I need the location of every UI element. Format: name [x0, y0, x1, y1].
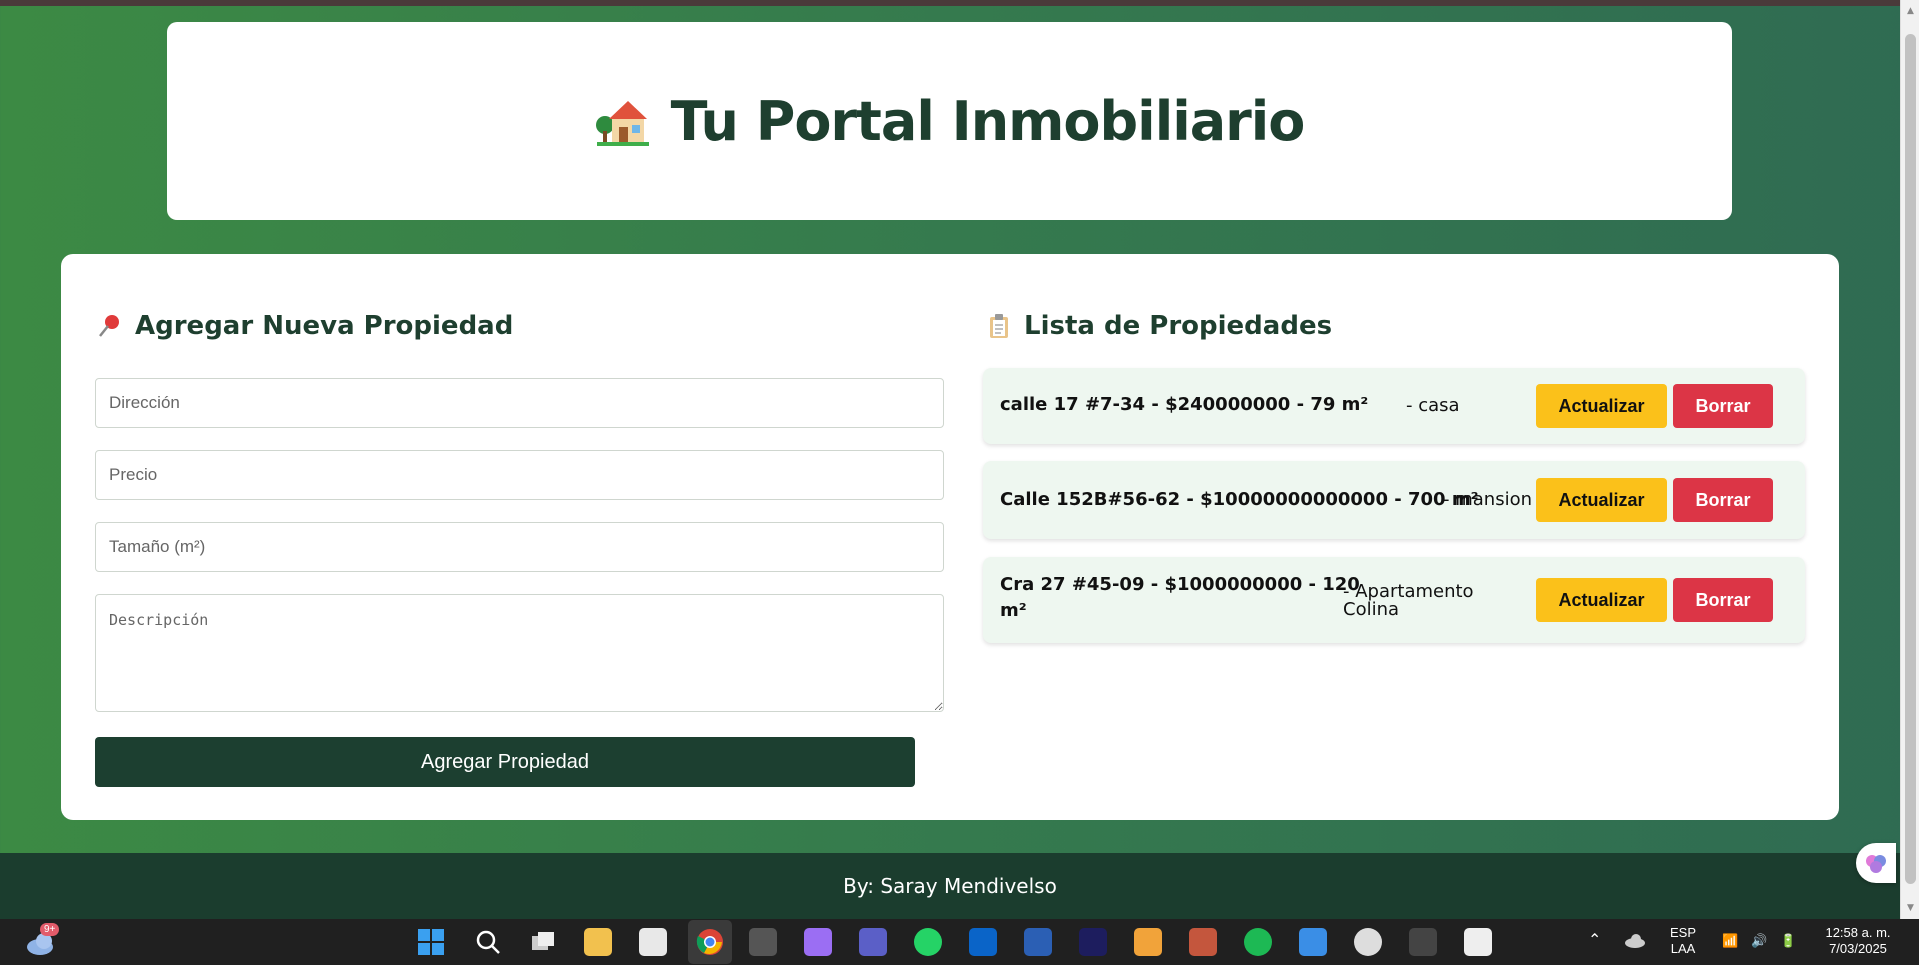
- footer: By: Saray Mendivelso: [0, 853, 1900, 919]
- page-title: Tu Portal Inmobiliario: [595, 90, 1305, 153]
- extension-brain-button[interactable]: [1856, 843, 1896, 883]
- precio-input[interactable]: [95, 450, 944, 500]
- scroll-down-arrow-icon[interactable]: ▼: [1905, 903, 1916, 913]
- property-type: - Apartamento Colina: [1343, 583, 1474, 619]
- list-title-text: Lista de Propiedades: [1024, 311, 1333, 341]
- spotify-icon[interactable]: [1244, 928, 1272, 956]
- browser-top-strip: [0, 0, 1919, 6]
- add-property-button[interactable]: Agregar Propiedad: [95, 737, 915, 787]
- language-line1: ESP: [1670, 925, 1697, 940]
- chrome-taskbar-button[interactable]: [688, 920, 732, 964]
- property-type: - mansion: [1443, 489, 1532, 510]
- brain-icon: [1866, 855, 1886, 873]
- update-button[interactable]: Actualizar: [1536, 478, 1667, 522]
- direccion-input[interactable]: [95, 378, 944, 428]
- start-button[interactable]: [417, 928, 445, 956]
- intellij-icon[interactable]: [1079, 928, 1107, 956]
- search-icon[interactable]: [474, 928, 502, 956]
- update-button[interactable]: Actualizar: [1536, 384, 1667, 428]
- store-icon[interactable]: [639, 928, 667, 956]
- notepad-icon[interactable]: [1299, 928, 1327, 956]
- clipboard-icon: [990, 314, 1008, 338]
- language-indicator[interactable]: ESP LAA: [1670, 925, 1696, 957]
- property-summary: calle 17 #7-34 - $240000000 - 79 m²: [1000, 394, 1369, 415]
- page-title-text: Tu Portal Inmobiliario: [670, 89, 1306, 153]
- word-icon[interactable]: [1024, 928, 1052, 956]
- pushpin-icon: [99, 315, 119, 337]
- wifi-icon[interactable]: 📶: [1722, 933, 1738, 949]
- descripcion-textarea[interactable]: [95, 594, 944, 712]
- git-icon[interactable]: [1189, 928, 1217, 956]
- onedrive-icon[interactable]: [1623, 931, 1647, 951]
- delete-button[interactable]: Borrar: [1673, 478, 1773, 522]
- property-item: calle 17 #7-34 - $240000000 - 79 m² - ca…: [983, 368, 1805, 444]
- clock-date: 7/03/2025: [1829, 941, 1887, 956]
- property-summary: Cra 27 #45-09 - $1000000000 - 120 m²: [1000, 572, 1360, 624]
- snipping-tool-icon[interactable]: [1464, 928, 1492, 956]
- property-item: Calle 152B#56-62 - $10000000000000 - 700…: [983, 461, 1805, 539]
- tamano-input[interactable]: [95, 522, 944, 572]
- clock[interactable]: 12:58 a. m. 7/03/2025: [1818, 925, 1898, 957]
- weather-badge: 9+: [40, 923, 60, 936]
- update-button[interactable]: Actualizar: [1536, 578, 1667, 622]
- volume-icon[interactable]: 🔊: [1751, 933, 1767, 949]
- property-type-line2: Colina: [1343, 599, 1400, 620]
- delete-button[interactable]: Borrar: [1673, 384, 1773, 428]
- copilot-icon[interactable]: [804, 928, 832, 956]
- delete-button[interactable]: Borrar: [1673, 578, 1773, 622]
- page-scrollbar[interactable]: ▲ ▼: [1900, 0, 1919, 919]
- clock-time: 12:58 a. m.: [1825, 925, 1891, 940]
- windows-icon: [418, 929, 444, 955]
- form-section-title: Agregar Nueva Propiedad: [97, 311, 513, 341]
- outlook-icon[interactable]: [969, 928, 997, 956]
- chrome-icon: [696, 929, 723, 955]
- main-card: Agregar Nueva Propiedad Agregar Propieda…: [61, 254, 1839, 820]
- header-card: Tu Portal Inmobiliario: [167, 22, 1732, 220]
- battery-icon[interactable]: 🔋: [1780, 933, 1796, 949]
- form-title-text: Agregar Nueva Propiedad: [135, 311, 514, 341]
- scrollbar-thumb[interactable]: [1905, 34, 1916, 884]
- footer-text: By: Saray Mendivelso: [843, 874, 1057, 898]
- property-summary-line2: m²: [1000, 600, 1027, 621]
- app-icon[interactable]: [749, 928, 777, 956]
- package-icon[interactable]: [1134, 928, 1162, 956]
- terminal-icon[interactable]: [1409, 928, 1437, 956]
- scroll-up-arrow-icon[interactable]: ▲: [1905, 6, 1916, 16]
- property-summary-line1: Cra 27 #45-09 - $1000000000 - 120: [1000, 574, 1360, 595]
- taskbar: 9+ ⌃ ESP LAA 📶 🔊 🔋 12:58 a. m. 7/03/2025: [0, 919, 1919, 965]
- house-icon: [595, 101, 649, 146]
- language-line2: LAA: [1670, 941, 1696, 956]
- file-explorer-icon[interactable]: [584, 928, 612, 956]
- property-summary: Calle 152B#56-62 - $10000000000000 - 700…: [1000, 489, 1479, 510]
- tray-chevron-up-icon[interactable]: ⌃: [1588, 933, 1601, 949]
- property-item: Cra 27 #45-09 - $1000000000 - 120 m² - A…: [983, 557, 1805, 643]
- property-type: - casa: [1406, 395, 1460, 416]
- weather-widget[interactable]: 9+: [24, 923, 60, 957]
- github-icon[interactable]: [1354, 928, 1382, 956]
- teams-icon[interactable]: [859, 928, 887, 956]
- whatsapp-icon[interactable]: [914, 928, 942, 956]
- task-view-icon[interactable]: [529, 928, 557, 956]
- list-section-title: Lista de Propiedades: [986, 311, 1332, 341]
